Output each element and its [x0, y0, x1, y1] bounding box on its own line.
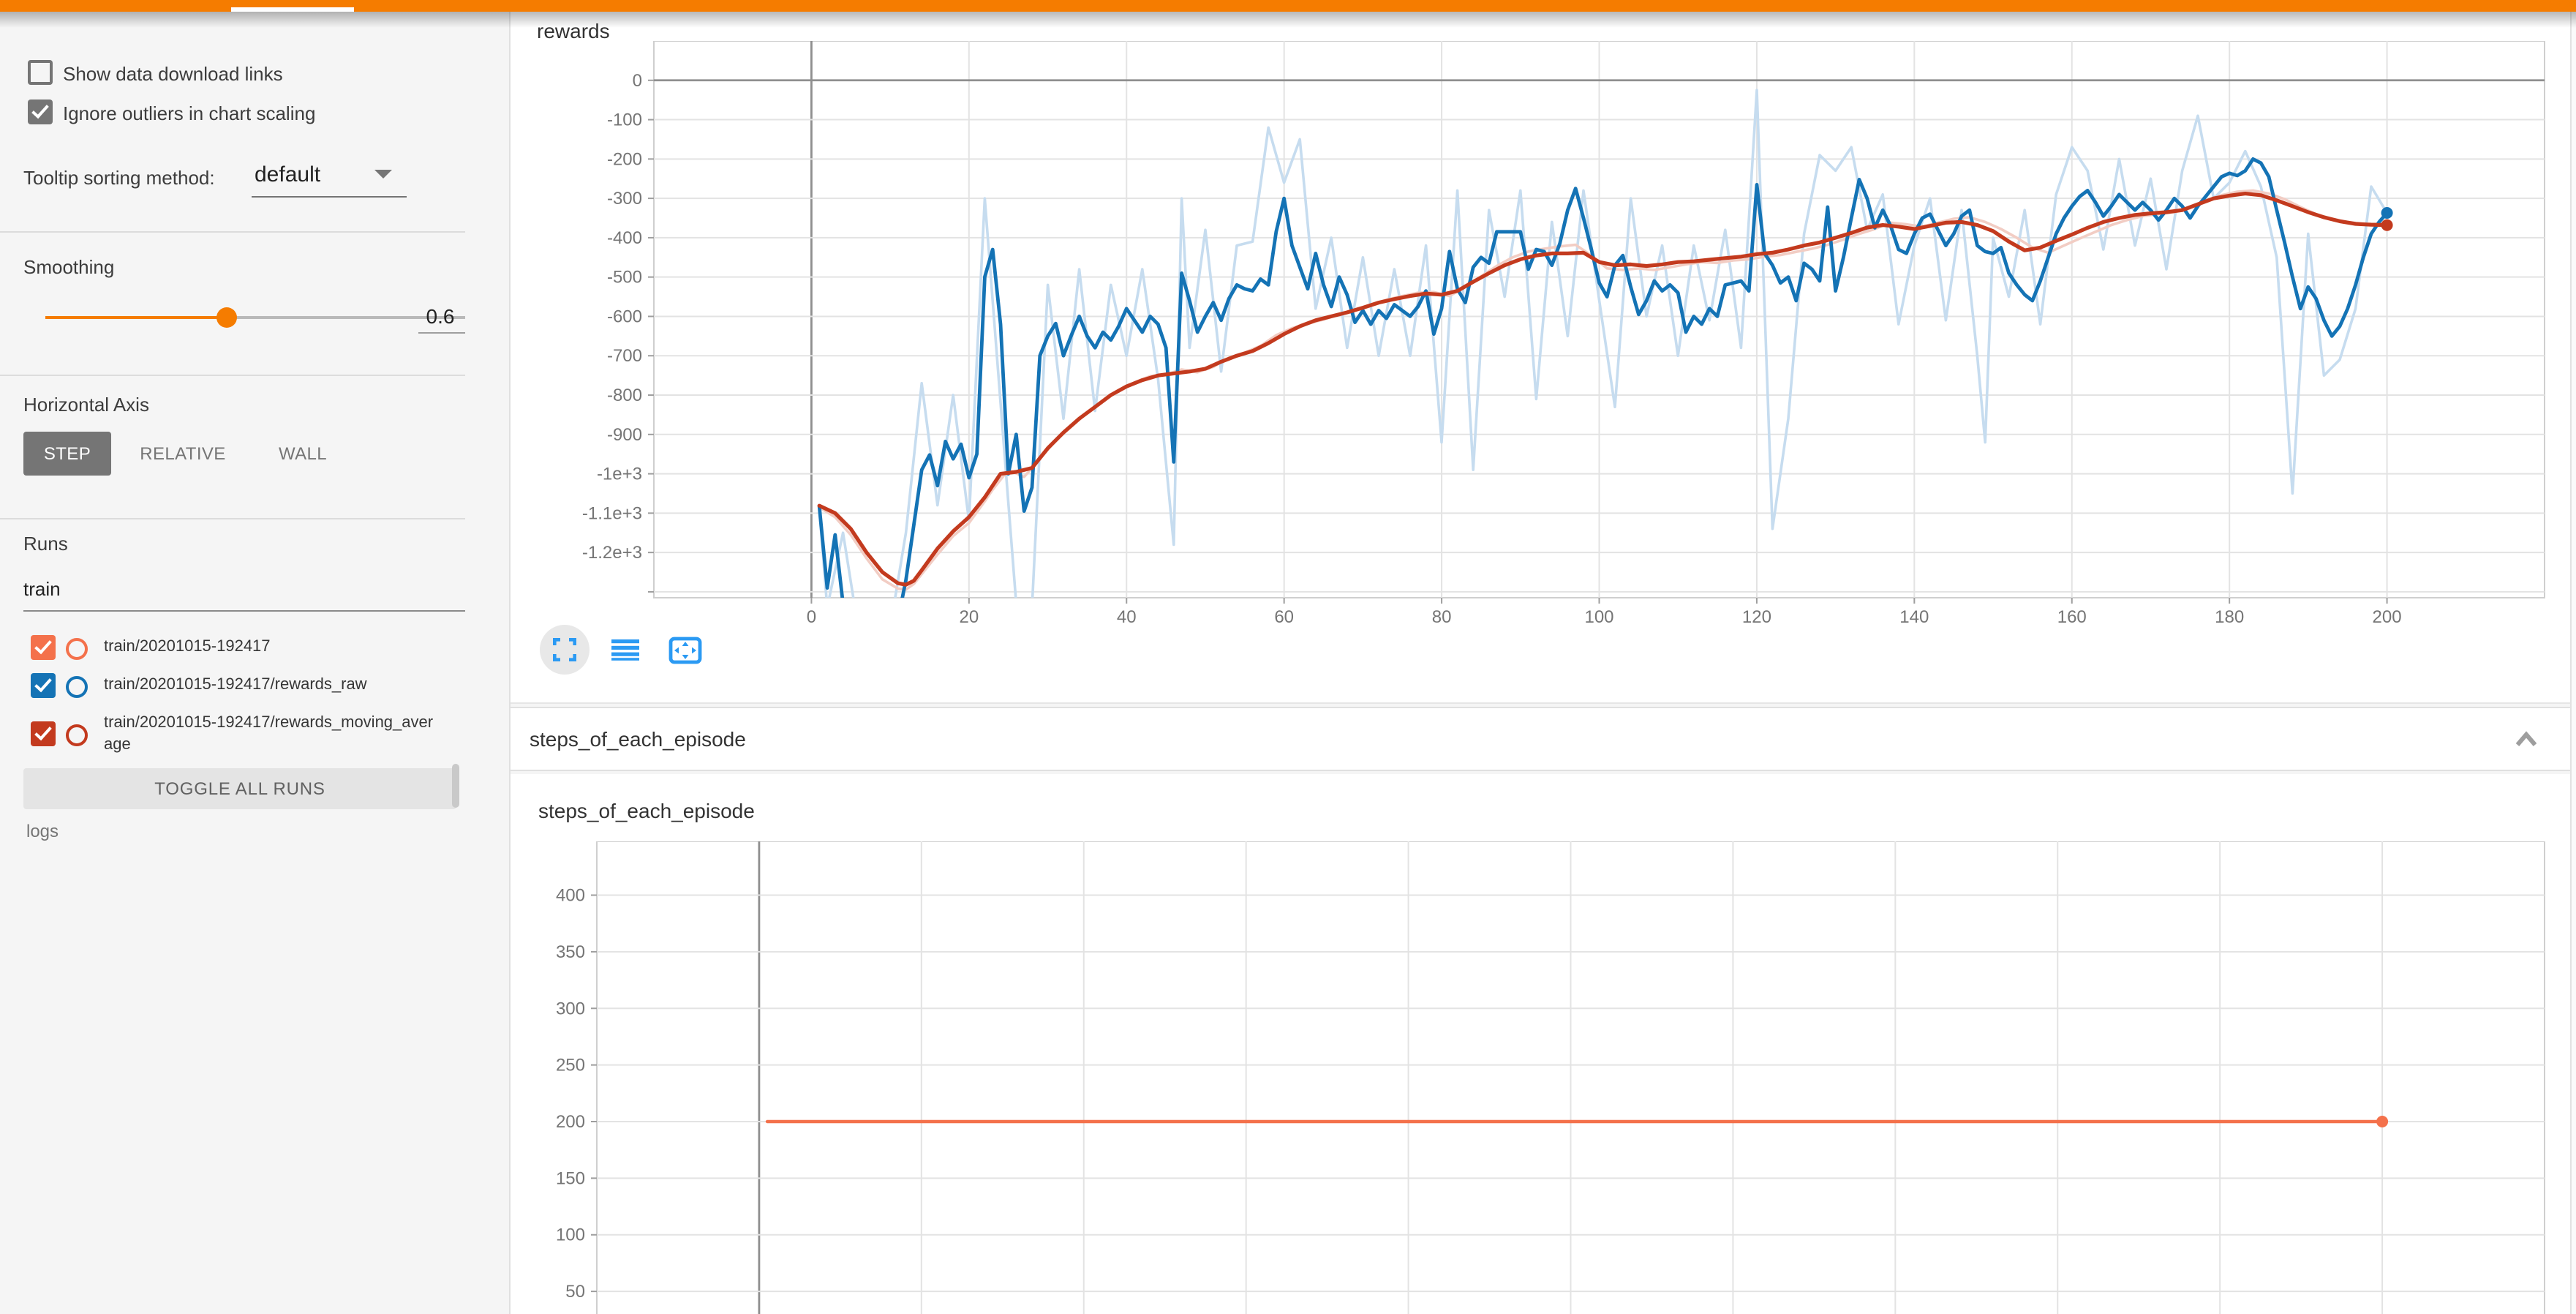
- tooltip-sorting-select[interactable]: default: [255, 162, 320, 187]
- show-data-download-links-label: Show data download links: [63, 63, 283, 85]
- scalar-card-rewards: rewards 0 20 40 60 80 100 120 140 160 180 200 0 -100…: [509, 12, 2572, 704]
- active-tab-underline: [231, 7, 354, 12]
- svg-text:350: 350: [556, 942, 585, 962]
- svg-text:80: 80: [1432, 607, 1452, 627]
- run-checkbox-rewards-moving-average[interactable]: [31, 721, 56, 746]
- axis-step-button[interactable]: STEP: [23, 432, 111, 476]
- ignore-outliers-label: Ignore outliers in chart scaling: [63, 102, 315, 124]
- app-header: [0, 0, 2576, 12]
- check-icon: [34, 675, 52, 692]
- svg-text:-600: -600: [607, 307, 642, 326]
- run-label: train/20201015-192417/rewards_moving_ave…: [104, 713, 440, 755]
- svg-text:50: 50: [565, 1282, 585, 1302]
- svg-text:0: 0: [807, 607, 816, 627]
- svg-text:0: 0: [633, 71, 642, 91]
- svg-text:140: 140: [1899, 607, 1929, 627]
- run-radio-rewards-moving-average[interactable]: [66, 724, 88, 746]
- steps-chart[interactable]: 400 350 300 250 200 150 100 50: [521, 841, 2557, 1314]
- svg-text:180: 180: [2215, 607, 2244, 627]
- check-icon: [34, 637, 52, 654]
- settings-sidebar: Show data download links Ignore outliers…: [0, 12, 511, 1314]
- svg-text:-300: -300: [607, 189, 642, 209]
- svg-text:400: 400: [556, 886, 585, 906]
- run-radio-rewards-raw[interactable]: [66, 676, 88, 698]
- svg-text:60: 60: [1274, 607, 1294, 627]
- svg-text:-400: -400: [607, 228, 642, 248]
- divider: [0, 518, 465, 519]
- smoothing-value[interactable]: 0.6: [415, 304, 465, 328]
- data-series-icon[interactable]: [600, 625, 649, 675]
- chart-title: rewards: [537, 19, 610, 42]
- divider: [0, 231, 465, 233]
- run-label: train/20201015-192417: [104, 637, 271, 658]
- run-radio-train[interactable]: [66, 638, 88, 660]
- smoothing-label: Smoothing: [23, 256, 114, 278]
- rewards-chart[interactable]: 0 20 40 60 80 100 120 140 160 180 200 0 -100 -200 -300…: [581, 41, 2558, 632]
- run-checkbox-train[interactable]: [31, 635, 56, 660]
- svg-text:-900: -900: [607, 425, 642, 445]
- svg-text:150: 150: [556, 1168, 585, 1188]
- svg-text:100: 100: [556, 1225, 585, 1245]
- section-header-steps-of-each-episode[interactable]: steps_of_each_episode: [509, 707, 2572, 771]
- sidebar-scrollbar-thumb[interactable]: [452, 764, 459, 808]
- svg-text:300: 300: [556, 999, 585, 1018]
- page-scrollbar-track[interactable]: [2570, 12, 2576, 1314]
- axis-wall-button[interactable]: WALL: [260, 432, 345, 476]
- tensorboard-app: Show data download links Ignore outliers…: [0, 0, 2576, 1314]
- svg-text:200: 200: [556, 1112, 585, 1132]
- run-label: train/20201015-192417/rewards_raw: [104, 675, 367, 697]
- fullscreen-icon[interactable]: [540, 625, 590, 675]
- svg-text:20: 20: [959, 607, 979, 627]
- smoothing-value-underline: [418, 332, 465, 334]
- axis-relative-button[interactable]: RELATIVE: [135, 432, 231, 476]
- svg-text:-1.1e+3: -1.1e+3: [582, 503, 642, 523]
- svg-text:100: 100: [1584, 607, 1613, 627]
- main-content: rewards 0 20 40 60 80 100 120 140 160 180 200 0 -100…: [509, 12, 2576, 1314]
- smoothing-slider-handle[interactable]: [216, 307, 237, 328]
- chevron-down-icon[interactable]: [374, 170, 392, 179]
- smoothing-slider-fill: [45, 316, 227, 319]
- runs-label: Runs: [23, 533, 68, 555]
- svg-text:250: 250: [556, 1056, 585, 1075]
- svg-text:-100: -100: [607, 110, 642, 130]
- svg-text:-700: -700: [607, 346, 642, 366]
- chart-title: steps_of_each_episode: [538, 799, 755, 822]
- horizontal-axis-label: Horizontal Axis: [23, 394, 149, 416]
- section-title: steps_of_each_episode: [530, 708, 746, 770]
- run-checkbox-rewards-raw[interactable]: [31, 673, 56, 698]
- divider: [0, 375, 465, 376]
- svg-text:160: 160: [2057, 607, 2087, 627]
- logs-label: logs: [26, 821, 59, 841]
- check-icon: [31, 101, 49, 119]
- fit-domain-icon[interactable]: [660, 625, 709, 675]
- scalar-card-steps-of-each-episode: steps_of_each_episode 400 350 300 250 200 150…: [509, 774, 2572, 1314]
- chart-toolbar: [540, 625, 720, 675]
- svg-text:-1e+3: -1e+3: [597, 465, 642, 484]
- svg-text:-500: -500: [607, 268, 642, 288]
- svg-text:-200: -200: [607, 149, 642, 169]
- check-icon: [34, 723, 52, 740]
- chevron-up-icon[interactable]: [2513, 729, 2539, 749]
- svg-text:-1.2e+3: -1.2e+3: [582, 543, 642, 563]
- runs-filter-input[interactable]: [23, 578, 448, 600]
- tooltip-sorting-label: Tooltip sorting method:: [23, 167, 215, 189]
- toggle-all-runs-button[interactable]: TOGGLE ALL RUNS: [23, 768, 456, 809]
- tooltip-sorting-underline: [252, 196, 407, 198]
- svg-text:-800: -800: [607, 386, 642, 405]
- svg-text:120: 120: [1742, 607, 1771, 627]
- show-data-download-links-checkbox[interactable]: [28, 60, 53, 85]
- svg-text:40: 40: [1117, 607, 1137, 627]
- ignore-outliers-checkbox[interactable]: [28, 100, 53, 124]
- svg-text:200: 200: [2373, 607, 2402, 627]
- runs-filter-underline: [23, 610, 465, 612]
